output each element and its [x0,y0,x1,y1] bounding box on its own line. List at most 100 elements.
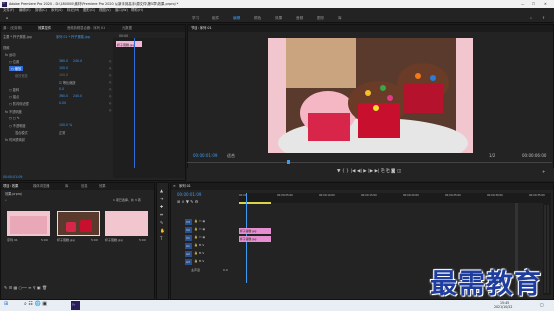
workspace-tab-graphics[interactable]: 图形 [317,16,324,21]
timeline-timecode[interactable]: 00:00:01:09 [177,193,201,197]
timeline-tabbar: ✕ 序列 01 [171,183,553,190]
tab-media-browser[interactable]: 媒体浏览器 [33,184,49,188]
track-toggle-icons[interactable]: 🔒 M S [194,244,204,247]
workspace-tab-libraries[interactable]: 库 [338,16,342,21]
project-item-thumb[interactable] [57,211,100,236]
tab-sequence[interactable]: 序列 01 [179,184,191,188]
ec-scale-label[interactable]: ○ 缩放 [9,66,24,71]
project-footer-icons[interactable]: ✎ ☰ ▦ ○── ≡ ⚲ ▣ 🗑 [4,286,47,290]
work-area-bar[interactable] [239,202,271,204]
ec-anchor-y[interactable]: 240.0 [73,94,82,98]
track-toggle-icons[interactable]: 🔒 M S [194,260,204,263]
windows-start-icon[interactable]: ⊞ [4,302,8,307]
workspace-tab-learn[interactable]: 学习 [192,16,199,21]
share-icon[interactable]: ⇪ [542,16,545,21]
ec-fx-opacity[interactable]: fx 不透明度 [5,109,22,114]
ec-scale-value[interactable]: 100.0 [59,66,68,70]
menu-marker[interactable]: 标记(M) [67,8,79,12]
search-icon[interactable]: ⌕ [5,198,7,202]
taskbar-app-icons[interactable]: ⌕ ☷ 🌐 ▣ [24,302,47,307]
menu-edit[interactable]: 编辑(E) [19,8,31,12]
ec-clip-bar[interactable]: 杯子蛋糕.jpg [116,41,142,47]
ec-opacity-label[interactable]: ○ 不透明度 [9,123,26,128]
close-icon[interactable]: ✕ [173,184,176,188]
tab-effects[interactable]: 效果 [99,184,106,188]
project-item-thumb[interactable] [105,211,148,236]
transport-icons[interactable]: ▼ { } |◀ ◀| ▶ |▶ ▶| ⎘ ⎗ ◙ ◫ [337,169,401,175]
ec-playhead[interactable] [134,38,135,168]
workspace-tab-effects[interactable]: 效果 [275,16,282,21]
tab-info[interactable]: 信息 [81,184,88,188]
ec-rotation-value[interactable]: 0.0 [59,87,64,91]
menu-help[interactable]: 帮助(H) [131,8,143,12]
track-toggle-icons[interactable]: 🔒 M S [194,252,204,255]
timeline-ruler[interactable]: 00:00 00:00:05:00 00:00:10:00 00:00:15:0… [239,193,551,203]
track-label[interactable]: A2 [185,251,192,257]
add-button-icon[interactable]: + [542,170,545,174]
track-toggle-icons[interactable]: 🔒 ▭ ◉ [194,228,205,231]
track-toggle-icons[interactable]: 🔒 ▭ ◉ [194,236,205,239]
track-label[interactable]: V2 [185,227,192,233]
tab-libraries[interactable]: 库 [65,184,68,188]
tab-project[interactable]: 项目: 效果 [3,184,18,188]
program-playhead[interactable] [287,160,290,164]
clip-sequence-label[interactable]: 序列 01 * 杯子蛋糕.jpg [56,34,90,39]
fit-select[interactable]: 适合 [227,154,235,158]
track-label[interactable]: V1 [185,235,192,241]
track-label[interactable]: A1 [185,243,192,249]
ec-fx-motion[interactable]: fx 运动 [5,52,15,57]
tab-program[interactable]: 节目: 序列 01 [191,26,212,30]
timeline-clip-v1[interactable]: 杯子蛋糕.jpg [239,236,271,242]
ec-anchor-label[interactable]: ○ 锚点 [9,94,19,99]
program-video-frame[interactable] [268,38,473,153]
tab-effect-controls[interactable]: 效果控件 [38,26,51,30]
track-label[interactable]: A3 [185,259,192,265]
menu-clip[interactable]: 剪辑(C) [35,8,47,12]
tab-metadata[interactable]: 元数据 [122,26,132,30]
ec-anchor-x[interactable]: 360.0 [59,94,68,98]
maximize-button[interactable]: ☐ [532,2,535,6]
project-item-thumb[interactable] [7,211,50,236]
mask-tools-icon[interactable]: ○ □ ✎ [9,116,20,120]
ec-blend-mode-select[interactable]: 正常 [59,130,65,135]
menu-graphics[interactable]: 图形(G) [83,8,95,12]
menu-window[interactable]: 窗口(W) [115,8,128,12]
workspace-tab-editing[interactable]: 编辑 [233,16,240,21]
clip-source-label[interactable]: 主要 * 杯子蛋糕.jpg [3,34,32,39]
premiere-taskbar-icon[interactable]: Pr [71,301,80,310]
ec-footer-timecode[interactable]: 00:00:01:09 [3,175,22,179]
track-label[interactable]: V3 [185,219,192,225]
track-toggle-icons[interactable]: 🔒 ▭ ◉ [194,220,205,223]
ec-fx-time-remap[interactable]: fx 时间重映射 [5,137,25,142]
ec-uniform-scale-checkbox[interactable]: ☑ 等比缩放 [59,80,76,85]
workspace-tab-color[interactable]: 颜色 [254,16,261,21]
tool-icons[interactable]: ▲ ⇥ ✚ ⇹ ✎ ✋ T [160,187,167,243]
ec-timeline-area[interactable] [113,38,185,178]
keyframe-icons[interactable]: ◇ ◇ ◇ ◇ ◇ ◇ ◇ ◇ [109,58,112,118]
timeline-tool-icons[interactable]: ⊞ ∩ ▼ ✎ ⚙ [177,200,198,204]
resolution-select[interactable]: 1/2 [489,154,495,158]
ec-position-y[interactable]: 240.0 [73,59,82,63]
program-scrubber[interactable] [187,162,552,163]
search-icon[interactable]: ⌕ [530,16,532,21]
workspace-tab-audio[interactable]: 音频 [296,16,303,21]
timeline-clip-v2[interactable]: 杯子蛋糕.jpg [239,228,271,234]
tab-source[interactable]: 源：(无剪辑) [3,26,22,30]
ec-rotation-label[interactable]: ○ 旋转 [9,87,19,92]
tab-audio-mixer[interactable]: 音频剪辑混合器：序列 01 [67,26,105,30]
master-value[interactable]: 0.0 [223,269,228,272]
ec-antiflicker-value[interactable]: 0.00 [59,101,66,105]
menu-sequence[interactable]: 序列(S) [51,8,63,12]
minimize-button[interactable]: — [521,2,524,6]
menu-view[interactable]: 视图(V) [99,8,111,12]
workspace-tab-assembly[interactable]: 组件 [212,16,219,21]
program-timecode[interactable]: 00:00:01:09 [193,154,217,158]
ec-position-x[interactable]: 360.0 [59,59,68,63]
home-icon[interactable]: ⌂ [6,16,8,21]
ec-opacity-value[interactable]: 100.0 % [59,123,72,127]
menu-file[interactable]: 文件(F) [3,8,14,12]
notification-icon[interactable]: ▢ [540,303,544,307]
ec-position-label[interactable]: ○ 位置 [9,59,19,64]
ec-antiflicker-label[interactable]: ○ 防闪烁滤镜 [9,101,29,106]
close-button[interactable]: ✕ [544,2,547,6]
